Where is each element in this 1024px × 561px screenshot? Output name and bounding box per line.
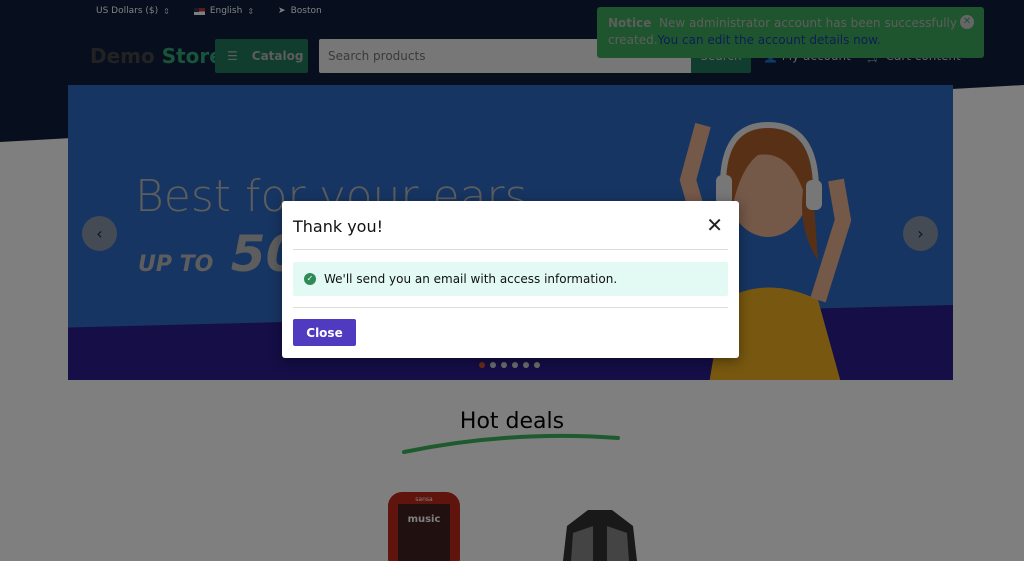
- divider: [293, 249, 728, 250]
- success-alert: ✓ We'll send you an email with access inf…: [293, 262, 728, 296]
- close-button[interactable]: Close: [293, 319, 356, 346]
- divider: [293, 307, 728, 308]
- check-circle-icon: ✓: [304, 273, 316, 285]
- modal-close-icon[interactable]: ✕: [706, 213, 723, 237]
- alert-message: We'll send you an email with access info…: [324, 272, 618, 286]
- modal-title: Thank you!: [293, 217, 384, 236]
- thank-you-modal: Thank you! ✕ ✓ We'll send you an email wi…: [282, 201, 739, 358]
